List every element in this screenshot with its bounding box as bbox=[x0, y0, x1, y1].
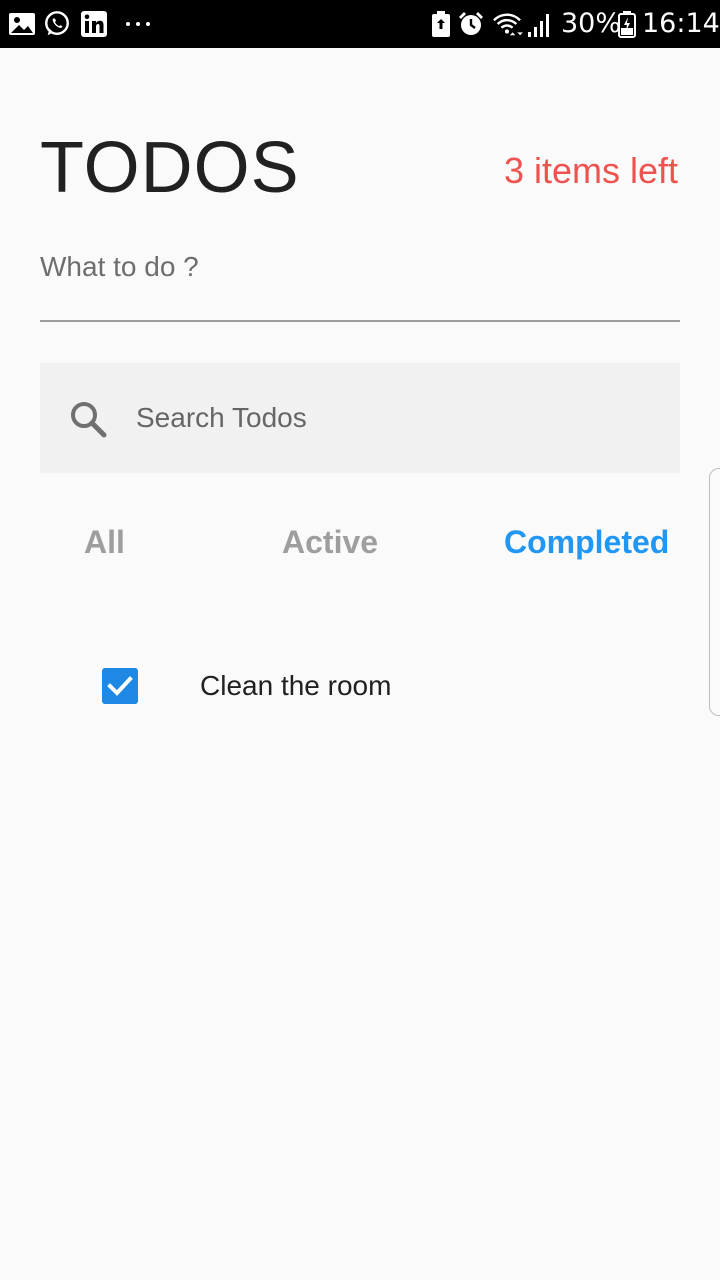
todo-text: Clean the room bbox=[200, 670, 392, 701]
search-icon bbox=[71, 402, 107, 438]
tab-active[interactable]: Active bbox=[282, 520, 378, 564]
todo-checkbox[interactable] bbox=[102, 668, 138, 704]
battery-saver-icon bbox=[432, 11, 450, 37]
tab-completed[interactable]: Completed bbox=[504, 520, 669, 564]
gallery-icon bbox=[9, 13, 35, 35]
tab-all[interactable]: All bbox=[84, 520, 125, 564]
battery-percent: 30% bbox=[561, 8, 622, 39]
linkedin-icon bbox=[81, 11, 107, 37]
status-bar: 30% 16:14 bbox=[0, 0, 720, 48]
items-left-counter: 3 items left bbox=[503, 150, 678, 191]
signal-icon bbox=[528, 14, 549, 37]
alarm-icon bbox=[459, 12, 483, 35]
search-box[interactable] bbox=[40, 363, 680, 473]
search-input[interactable] bbox=[136, 393, 656, 443]
battery-icon bbox=[618, 11, 636, 38]
whatsapp-icon bbox=[45, 11, 69, 36]
more-notifications-icon bbox=[126, 22, 150, 26]
clock: 16:14 bbox=[642, 8, 720, 39]
todo-item[interactable]: Clean the room bbox=[40, 650, 680, 722]
new-todo-input[interactable] bbox=[40, 240, 680, 322]
page-title: TODOS bbox=[40, 128, 300, 208]
check-icon bbox=[107, 676, 133, 696]
wifi-icon bbox=[493, 13, 523, 36]
edge-panel-handle[interactable] bbox=[709, 468, 720, 716]
